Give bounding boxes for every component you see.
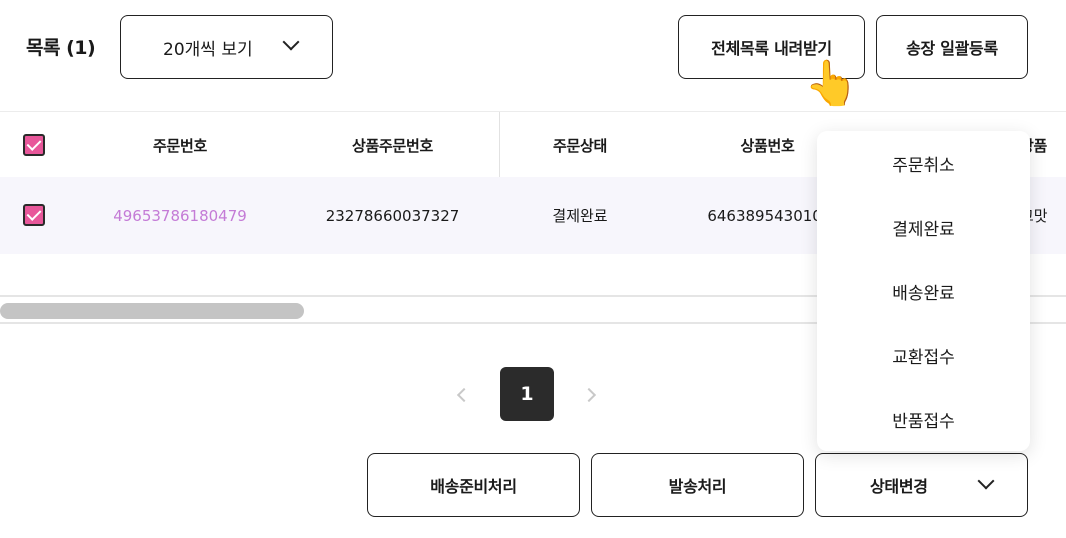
prepare-shipping-button[interactable]: 배송준비처리 [367,453,580,517]
menu-item-delivery-complete[interactable]: 배송완료 [817,259,1030,323]
menu-item-exchange-request[interactable]: 교환접수 [817,323,1030,387]
page-size-label: 20개씩 보기 [163,39,253,60]
chevron-left-icon [456,387,472,403]
column-header-status: 주문상태 [552,136,607,155]
status-change-select[interactable]: 상태변경 [815,453,1028,517]
bulk-invoice-button[interactable]: 송장 일괄등록 [876,15,1028,79]
order-no-link[interactable]: 49653786180479 [80,177,280,254]
chevron-right-icon [581,387,597,403]
pagination-next-button[interactable] [581,386,602,406]
menu-item-return-request[interactable]: 반품접수 [817,387,1030,451]
pagination-prev-button[interactable] [452,386,472,406]
order-status: 결제완료 [552,207,608,225]
column-header-product-order-no: 상품주문번호 [351,136,433,155]
pagination-current-page[interactable]: 1 [500,367,554,421]
product-order-no: 23278660037327 [325,206,460,225]
scrollbar-thumb[interactable] [0,303,304,319]
select-all-checkbox[interactable] [23,134,45,156]
column-divider [499,112,500,178]
status-change-label: 상태변경 [870,477,928,496]
row-checkbox[interactable] [23,204,45,226]
menu-item-payment-complete[interactable]: 결제완료 [817,195,1030,259]
chevron-down-icon [282,33,300,51]
status-dropdown-menu: 주문취소 결제완료 배송완료 교환접수 반품접수 [817,131,1030,451]
ship-button[interactable]: 발송처리 [591,453,804,517]
list-title: 목록 (1) [26,37,96,59]
menu-item-cancel-order[interactable]: 주문취소 [817,131,1030,195]
chevron-down-icon [977,472,995,490]
pointing-hand-icon: 👆 [804,58,859,109]
page-size-select[interactable]: 20개씩 보기 [120,15,333,79]
column-header-order-no: 주문번호 [152,136,207,155]
